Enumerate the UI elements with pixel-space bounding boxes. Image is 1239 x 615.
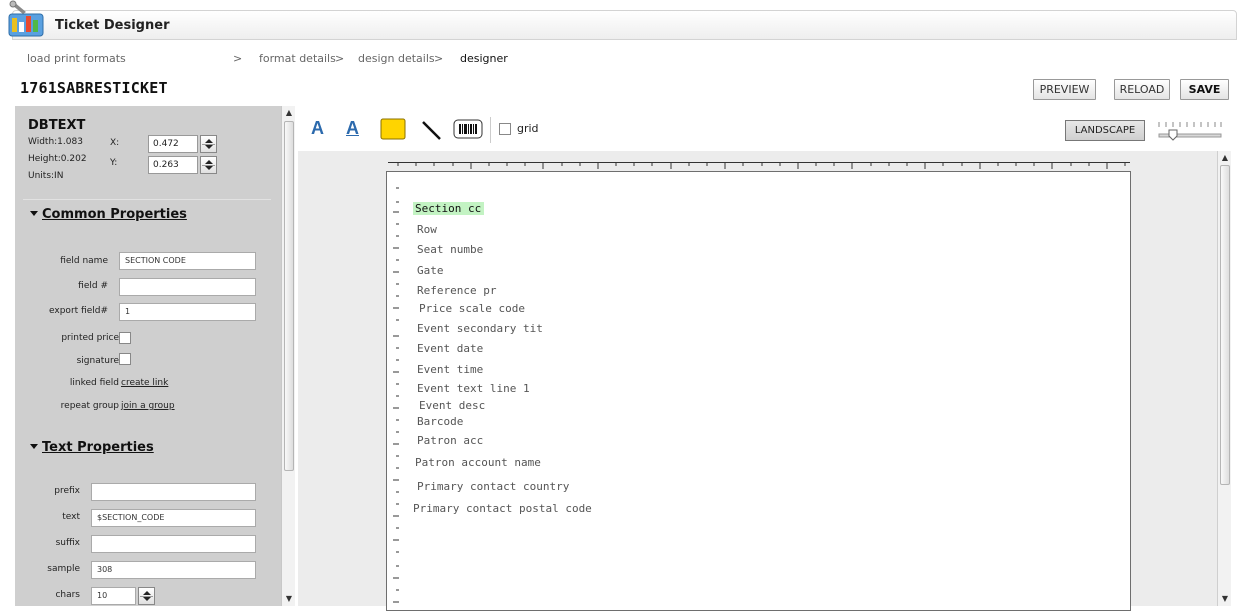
barcode-tool-icon[interactable] <box>453 119 483 139</box>
element-height: Height:0.202 <box>28 154 87 164</box>
breadcrumb-separator: > <box>335 52 345 65</box>
toolbar-divider <box>490 117 491 143</box>
canvas-scrollbar[interactable]: ▲ ▼ <box>1217 151 1231 606</box>
sample-input[interactable]: 308 <box>91 561 256 579</box>
vertical-ruler <box>393 176 401 606</box>
page-title: 1761SABRESTICKET <box>20 79 168 97</box>
sample-label: sample <box>47 564 80 574</box>
export-field-label: export field# <box>49 306 108 316</box>
properties-panel: DBTEXT Width:1.083 Height:0.202 Units:IN… <box>15 106 281 606</box>
scroll-up-arrow-icon[interactable]: ▲ <box>1219 152 1231 164</box>
field-name-label: field name <box>60 256 108 266</box>
breadcrumb-separator: > <box>434 52 444 65</box>
printed-price-label: printed price <box>61 333 119 343</box>
ticket-field-patron-account[interactable]: Patron acc <box>417 434 483 447</box>
scroll-up-arrow-icon[interactable]: ▲ <box>283 107 295 119</box>
scroll-down-arrow-icon[interactable]: ▼ <box>1219 593 1231 605</box>
field-number-label: field # <box>78 281 108 291</box>
x-label: X: <box>110 138 120 148</box>
y-input[interactable]: 0.263 <box>148 156 198 174</box>
export-field-input[interactable]: 1 <box>119 303 256 321</box>
line-tool-icon[interactable] <box>420 118 444 142</box>
ticket-field-section-code[interactable]: Section cc <box>413 202 485 215</box>
collapse-arrow-icon <box>30 444 38 449</box>
common-properties-heading: Common Properties <box>42 207 187 222</box>
signature-label: signature <box>76 356 119 366</box>
suffix-label: suffix <box>55 538 80 548</box>
ticket-field-primary-contact-country[interactable]: Primary contact country <box>417 480 569 493</box>
ticket-field-event-text-line-1[interactable]: Event text line 1 <box>417 382 530 395</box>
element-type: DBTEXT <box>28 118 86 133</box>
rectangle-tool-icon[interactable] <box>380 118 406 140</box>
properties-scrollbar[interactable]: ▲ ▼ <box>281 106 295 606</box>
chars-stepper[interactable] <box>138 587 155 605</box>
x-stepper[interactable] <box>200 135 217 153</box>
chars-label: chars <box>55 590 80 600</box>
linked-field-label: linked field <box>69 378 119 388</box>
title-bar-strip <box>12 10 1237 40</box>
preview-button[interactable]: PREVIEW <box>1033 79 1096 100</box>
landscape-button[interactable]: LANDSCAPE <box>1065 120 1145 141</box>
zoom-slider[interactable] <box>1155 118 1223 144</box>
ticket-field-reference[interactable]: Reference pr <box>417 284 496 297</box>
collapse-arrow-icon <box>30 211 38 216</box>
app-title: Ticket Designer <box>55 18 170 33</box>
dbtext-tool-icon[interactable]: A <box>346 118 359 144</box>
breadcrumb-format-details[interactable]: format details <box>259 52 336 65</box>
ticket-field-row[interactable]: Row <box>417 223 437 236</box>
join-a-group-link[interactable]: join a group <box>121 401 175 411</box>
signature-checkbox[interactable] <box>119 353 131 365</box>
ticket-field-barcode[interactable]: Barcode <box>417 415 463 428</box>
save-button[interactable]: SAVE <box>1180 79 1229 100</box>
horizontal-ruler <box>388 159 1130 171</box>
ticket-designer-logo-icon <box>6 0 46 40</box>
breadcrumb-load-print-formats[interactable]: load print formats <box>27 52 126 65</box>
prefix-label: prefix <box>54 486 80 496</box>
element-units: Units:IN <box>28 171 64 181</box>
title-bar: Ticket Designer <box>0 0 1239 41</box>
ticket-field-gate[interactable]: Gate <box>417 264 444 277</box>
breadcrumb-design-details[interactable]: design details <box>358 52 435 65</box>
repeat-group-label: repeat group <box>60 401 119 411</box>
text-tool-icon[interactable]: A <box>311 118 324 144</box>
text-label: text <box>62 512 80 522</box>
grid-label: grid <box>517 122 539 135</box>
ticket-field-event-date[interactable]: Event date <box>417 342 483 355</box>
scroll-thumb[interactable] <box>284 121 294 471</box>
text-input[interactable]: $SECTION_CODE <box>91 509 256 527</box>
text-properties-toggle[interactable]: Text Properties <box>30 440 154 455</box>
x-input[interactable]: 0.472 <box>148 135 198 153</box>
ticket-field-event-time[interactable]: Event time <box>417 363 483 376</box>
reload-button[interactable]: RELOAD <box>1114 79 1170 100</box>
field-number-input[interactable] <box>119 278 256 296</box>
text-properties-heading: Text Properties <box>42 440 154 455</box>
common-properties-toggle[interactable]: Common Properties <box>30 207 187 222</box>
scroll-thumb[interactable] <box>1220 165 1230 485</box>
prefix-input[interactable] <box>91 483 256 501</box>
ticket-field-patron-account-name[interactable]: Patron account name <box>415 456 541 469</box>
divider <box>23 199 271 200</box>
scroll-down-arrow-icon[interactable]: ▼ <box>283 593 295 605</box>
printed-price-checkbox[interactable] <box>119 332 131 344</box>
element-width: Width:1.083 <box>28 137 83 147</box>
ticket-field-primary-contact-postal-code[interactable]: Primary contact postal code <box>413 502 592 515</box>
chars-input[interactable]: 10 <box>91 587 136 605</box>
breadcrumb-designer: designer <box>460 52 508 65</box>
breadcrumb: load print formats > format details > de… <box>0 52 1239 68</box>
ticket-field-event-desc[interactable]: Event desc <box>419 399 485 412</box>
ticket-designer-app: { "app": { "title": "Ticket Designer", "… <box>0 0 1239 615</box>
breadcrumb-separator: > <box>233 52 243 65</box>
y-stepper[interactable] <box>200 156 217 174</box>
y-label: Y: <box>110 158 118 168</box>
ticket-field-seat-number[interactable]: Seat numbe <box>417 243 483 256</box>
suffix-input[interactable] <box>91 535 256 553</box>
grid-checkbox[interactable] <box>499 123 511 135</box>
ticket-field-event-secondary-title[interactable]: Event secondary tit <box>417 322 543 335</box>
create-link-link[interactable]: create link <box>121 378 168 388</box>
field-name-input[interactable]: SECTION CODE <box>119 252 256 270</box>
ticket-field-price-scale-code[interactable]: Price scale code <box>419 302 525 315</box>
